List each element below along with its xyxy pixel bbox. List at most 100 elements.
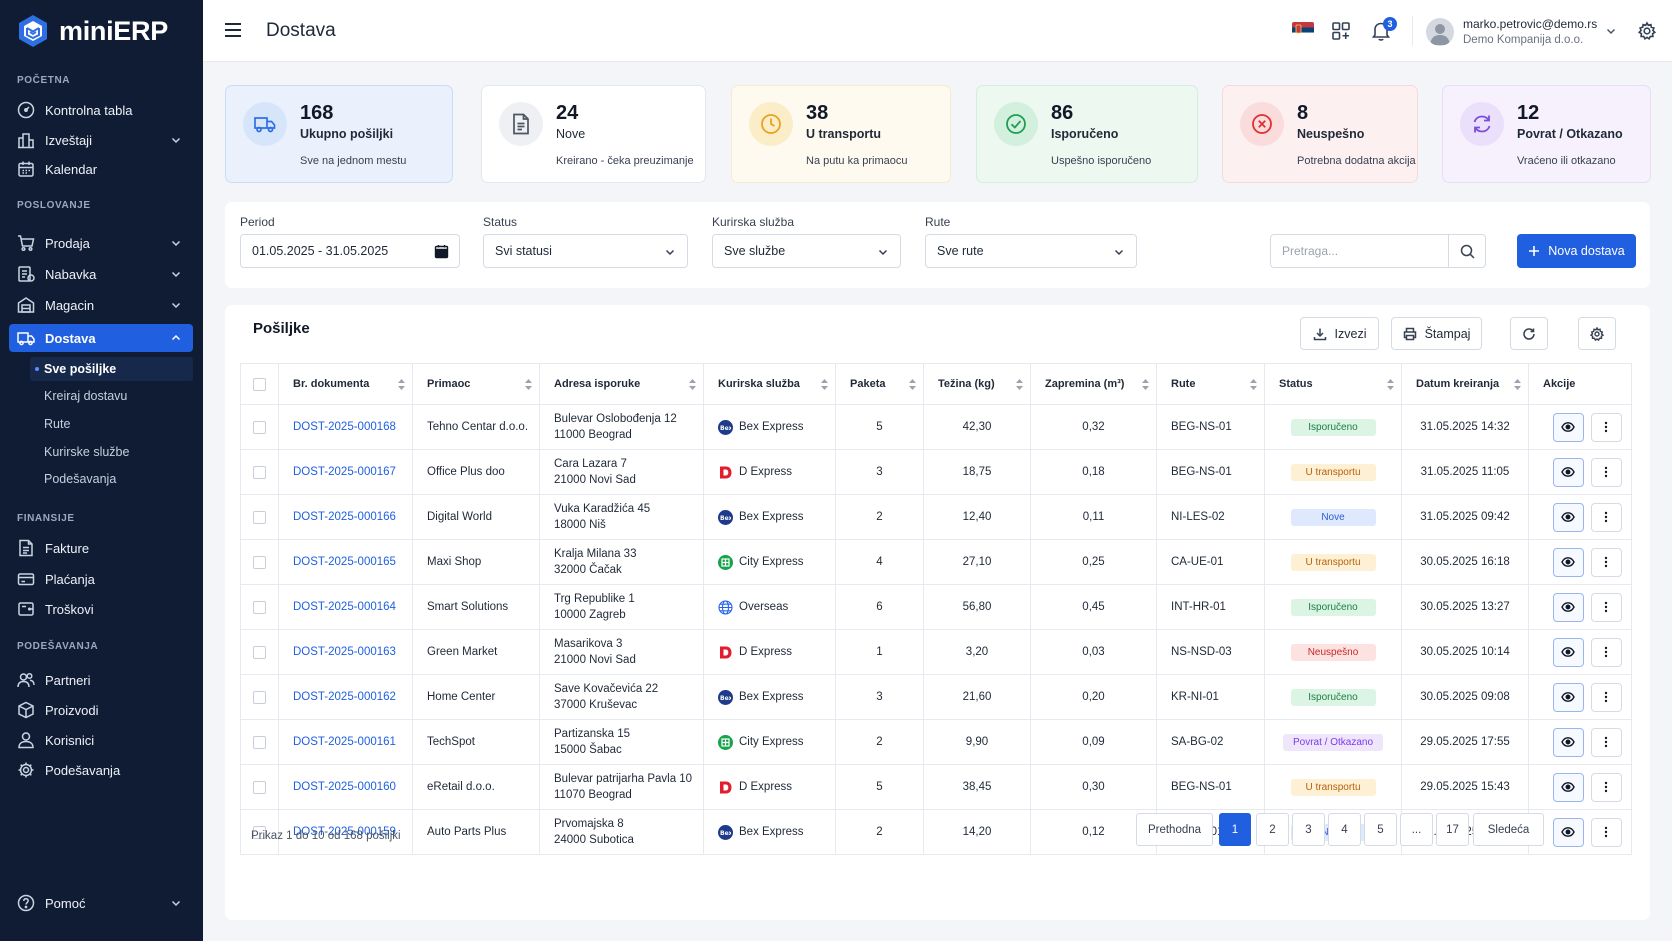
sidebar-item-kontrolna-tabla[interactable]: Kontrolna tabla [9,96,193,124]
stat-card-failed[interactable]: 8 Neuspešno Potrebna dodatna akcija [1222,85,1418,183]
doc-number-link[interactable]: DOST-2025-000166 [293,511,396,523]
table-settings-button[interactable] [1578,317,1616,350]
row-checkbox[interactable] [253,510,266,524]
stat-card-delivered[interactable]: 86 Isporučeno Uspešno isporučeno [976,85,1198,183]
sidebar-item-placanja[interactable]: Plaćanja [9,565,193,593]
select-all-header[interactable] [240,363,279,405]
refresh-button[interactable] [1510,317,1548,350]
col-status[interactable]: Status [1264,363,1402,405]
row-checkbox[interactable] [253,465,266,479]
view-button[interactable] [1552,412,1584,442]
table-row[interactable]: DOST-2025-000166 Digital World Vuka Karadž… [240,494,1632,540]
pagination-page-4[interactable]: 4 [1328,813,1361,846]
sort-icon[interactable] [525,379,532,390]
view-button[interactable] [1552,637,1584,667]
print-button[interactable]: Štampaj [1391,317,1482,350]
sidebar-item-proizvodi[interactable]: Proizvodi [9,696,193,724]
sort-icon[interactable] [1387,379,1394,390]
sort-icon[interactable] [1142,379,1149,390]
more-actions-button[interactable] [1590,637,1622,667]
sidebar-item-magacin[interactable]: Magacin [9,291,193,319]
row-select-cell[interactable] [240,539,279,585]
view-button[interactable] [1552,547,1584,577]
doc-number-link[interactable]: DOST-2025-000163 [293,646,396,658]
period-date-range-input[interactable]: 01.05.2025 - 31.05.2025 [240,234,460,268]
sort-icon[interactable] [821,379,828,390]
sort-icon[interactable] [689,379,696,390]
menu-icon[interactable] [224,22,242,38]
row-checkbox[interactable] [253,780,266,794]
courier-select[interactable]: Sve službe [712,234,901,268]
view-button[interactable] [1552,457,1584,487]
col-created-date[interactable]: Datum kreiranja [1401,363,1529,405]
sidebar-subitem-kreiraj-dostavu[interactable]: Kreiraj dostavu [30,384,193,408]
doc-number-link[interactable]: DOST-2025-000160 [293,781,396,793]
sidebar-item-partneri[interactable]: Partneri [9,666,193,694]
col-courier[interactable]: Kurirska služba [703,363,836,405]
sidebar-item-pomoc[interactable]: Pomoć [9,889,193,917]
view-button[interactable] [1552,682,1584,712]
row-select-cell[interactable] [240,584,279,630]
route-select[interactable]: Sve rute [925,234,1137,268]
sidebar-subitem-podesavanja[interactable]: Podešavanja [30,467,193,491]
sort-icon[interactable] [909,379,916,390]
row-select-cell[interactable] [240,674,279,720]
sidebar-item-podesavanja[interactable]: Podešavanja [9,756,193,784]
table-row[interactable]: DOST-2025-000165 Maxi Shop Kralja Milana 3… [240,539,1632,585]
search-button[interactable] [1448,234,1486,268]
sidebar-item-troskovi[interactable]: Troškovi [9,595,193,623]
export-button[interactable]: Izvezi [1300,317,1379,350]
sidebar-item-fakture[interactable]: Fakture [9,534,193,562]
pagination-page-1[interactable]: 1 [1219,813,1251,846]
table-row[interactable]: DOST-2025-000167 Office Plus doo Cara Laza… [240,449,1632,495]
table-row[interactable]: DOST-2025-000168 Tehno Centar d.o.o. Bulev… [240,404,1632,450]
row-select-cell[interactable] [240,629,279,675]
sidebar-item-nabavka[interactable]: Nabavka [9,260,193,288]
pagination-page-5[interactable]: 5 [1364,813,1397,846]
sidebar-subitem-kurirske-sluzbe[interactable]: Kurirske službe [30,440,193,464]
search-input[interactable]: Pretraga... [1270,234,1449,268]
settings-gear-icon[interactable] [1637,21,1657,41]
col-recipient[interactable]: Primaoc [412,363,540,405]
row-select-cell[interactable] [240,494,279,540]
row-checkbox[interactable] [253,600,266,614]
chevron-down-icon[interactable] [1606,26,1616,36]
pagination-page-2[interactable]: 2 [1256,813,1289,846]
view-button[interactable] [1552,502,1584,532]
sidebar-subitem-rute[interactable]: Rute [30,412,193,436]
more-actions-button[interactable] [1590,457,1622,487]
pagination-next[interactable]: Sledeća [1473,813,1544,846]
doc-number-link[interactable]: DOST-2025-000167 [293,466,396,478]
col-weight[interactable]: Težina (kg) [923,363,1031,405]
row-select-cell[interactable] [240,404,279,450]
doc-number-link[interactable]: DOST-2025-000165 [293,556,396,568]
pagination-page-17[interactable]: 17 [1436,813,1469,846]
calendar-icon[interactable] [434,244,449,259]
row-checkbox[interactable] [253,735,266,749]
user-email[interactable]: marko.petrovic@demo.rs [1463,17,1597,31]
col-address[interactable]: Adresa isporuke [539,363,704,405]
avatar[interactable] [1426,18,1454,46]
sort-icon[interactable] [1514,379,1521,390]
sort-icon[interactable] [398,379,405,390]
doc-number-link[interactable]: DOST-2025-000162 [293,691,396,703]
sidebar-subitem-sve-posiljke[interactable]: Sve pošiljke [30,357,193,381]
sort-icon[interactable] [1016,379,1023,390]
row-select-cell[interactable] [240,719,279,765]
serbia-flag-icon[interactable] [1292,22,1314,38]
col-volume[interactable]: Zapremina (m³) [1030,363,1157,405]
view-button[interactable] [1552,772,1584,802]
pagination-page-3[interactable]: 3 [1292,813,1325,846]
table-row[interactable]: DOST-2025-000160 eRetail d.o.o. Bulevar pa… [240,764,1632,810]
more-actions-button[interactable] [1590,727,1622,757]
app-logo[interactable]: miniERP [17,14,168,48]
sidebar-item-korisnici[interactable]: Korisnici [9,726,193,754]
row-checkbox[interactable] [253,555,266,569]
view-button[interactable] [1552,592,1584,622]
select-all-checkbox[interactable] [253,377,266,391]
more-actions-button[interactable] [1590,682,1622,712]
stat-card-returned[interactable]: 12 Povrat / Otkazano Vraćeno ili otkazan… [1442,85,1651,183]
doc-number-link[interactable]: DOST-2025-000161 [293,736,396,748]
row-select-cell[interactable] [240,449,279,495]
more-actions-button[interactable] [1590,547,1622,577]
